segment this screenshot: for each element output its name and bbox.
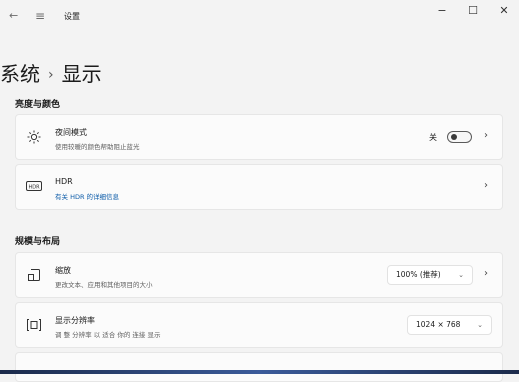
scale-dropdown-value: 100% (推荐) [396, 270, 441, 279]
breadcrumb: 系统 › 显示 [0, 58, 102, 87]
night-light-card[interactable]: 夜间模式 使用较暖的颜色帮助阻止蓝光 关 › [15, 114, 503, 160]
svg-text:HDR: HDR [28, 184, 40, 190]
back-arrow-icon[interactable]: ← [9, 10, 21, 22]
hdr-card[interactable]: HDR HDR 有关 HDR 的详细信息 › [15, 164, 503, 210]
sun-icon [26, 130, 42, 146]
scale-icon [26, 268, 42, 284]
night-light-toggle-label: 关 [429, 133, 437, 142]
chevron-right-icon: › [484, 268, 488, 279]
scale-subtitle: 更改文本、应用和其他项目的大小 [55, 281, 153, 289]
hamburger-icon[interactable]: ≡ [35, 10, 47, 22]
close-button[interactable]: ✕ [489, 0, 519, 22]
night-light-title: 夜间模式 [55, 128, 87, 137]
chevron-down-icon: ⌄ [477, 321, 483, 329]
resolution-card[interactable]: 显示分辨率 调 整 分辨率 以 适合 你的 连接 显示 1024 × 768 ⌄ [15, 302, 503, 348]
hdr-info-link[interactable]: 有关 HDR 的详细信息 [55, 191, 119, 201]
scale-dropdown[interactable]: 100% (推荐) ⌄ [387, 265, 473, 285]
resolution-subtitle: 调 整 分辨率 以 适合 你的 连接 显示 [55, 331, 161, 339]
chevron-right-icon: › [484, 180, 488, 191]
night-light-toggle[interactable] [447, 131, 472, 143]
next-setting-card[interactable] [15, 352, 503, 382]
scale-card[interactable]: 缩放 更改文本、应用和其他项目的大小 100% (推荐) ⌄ › [15, 252, 503, 298]
hdr-title: HDR [55, 177, 73, 186]
resolution-icon [26, 318, 42, 334]
scale-title: 缩放 [55, 266, 71, 275]
app-title: 设置 [64, 12, 80, 21]
hdr-icon: HDR [26, 180, 42, 196]
minimize-button[interactable]: − [427, 0, 457, 22]
page-title: 显示 [61, 62, 102, 86]
taskbar-strip [0, 370, 519, 374]
breadcrumb-parent[interactable]: 系统 [0, 62, 40, 86]
toggle-knob [451, 134, 457, 140]
section-heading-brightness: 亮度与颜色 [15, 100, 61, 110]
chevron-down-icon: ⌄ [458, 271, 464, 279]
section-heading-layout: 规模与布局 [15, 237, 61, 247]
breadcrumb-separator: › [48, 67, 54, 83]
maximize-button[interactable]: ☐ [458, 0, 488, 22]
resolution-title: 显示分辨率 [55, 316, 95, 325]
chevron-right-icon: › [484, 130, 488, 141]
title-bar: ← ≡ 设置 − ☐ ✕ [0, 0, 519, 34]
resolution-dropdown[interactable]: 1024 × 768 ⌄ [407, 315, 492, 335]
night-light-subtitle: 使用较暖的颜色帮助阻止蓝光 [55, 143, 140, 151]
resolution-dropdown-value: 1024 × 768 [416, 320, 461, 329]
